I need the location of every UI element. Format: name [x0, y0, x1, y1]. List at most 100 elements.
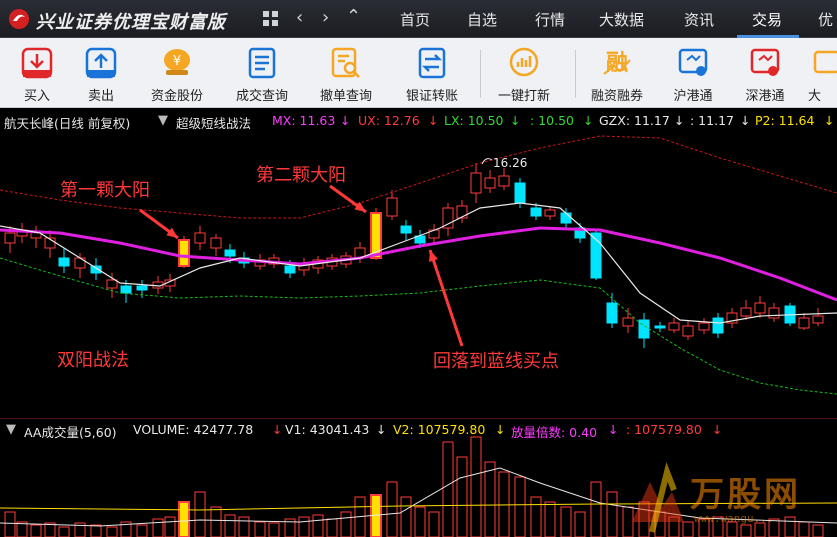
watermark-text: 万股网 [690, 475, 801, 515]
peak-price-label: 16.26 [493, 156, 528, 170]
candle-body [470, 172, 482, 194]
volume-dropdown-icon[interactable]: ▼ [6, 422, 16, 437]
more-tool-label: 大 [808, 89, 822, 104]
margin-trading-button[interactable]: 融 融资融券 [582, 38, 652, 108]
shanghai-hk-connect-button[interactable]: 沪港通 [658, 38, 728, 108]
more-tool-button[interactable]: 大 [808, 38, 837, 108]
arrow-pullback [428, 249, 464, 347]
hk-connect-icon [678, 48, 708, 76]
candle-body [638, 319, 650, 339]
buy-icon [21, 47, 53, 79]
arrow-pullback-head [429, 250, 438, 262]
annotation-double-sun: 双阳战法 [57, 350, 129, 371]
volume-bar [428, 511, 440, 537]
candle-body [622, 317, 634, 327]
menu-news[interactable]: 资讯 [684, 9, 714, 30]
volume-bar [106, 526, 118, 537]
volume-bar [268, 522, 280, 537]
volume-bar [484, 461, 496, 537]
volume-bar [530, 496, 542, 537]
volume-arrow-icon: ↓ [272, 422, 283, 437]
menu-home[interactable]: 首页 [400, 9, 430, 30]
candle-body [812, 315, 824, 324]
volume-bar [90, 524, 102, 537]
ipo-subscribe-button[interactable]: 一键打新 [489, 38, 559, 108]
app-title: 兴业证券优理宝财富版 [36, 12, 226, 33]
search-doc-icon [331, 47, 360, 78]
sz-connect-icon [750, 48, 780, 76]
candle-body [530, 207, 542, 217]
sell-button[interactable]: 卖出 [66, 38, 136, 108]
volume-bar [386, 481, 398, 537]
candle-body [668, 322, 680, 331]
menu-watchlist[interactable]: 自选 [467, 9, 497, 30]
volume-bar [238, 516, 250, 537]
candle-body [400, 225, 412, 234]
bank-transfer-label: 银证转账 [405, 89, 458, 104]
volume-bar [414, 506, 426, 537]
volume-indicator-name[interactable]: AA成交量(5,60) [24, 422, 117, 441]
transfer-icon [418, 47, 446, 79]
back-arrow-icon[interactable]: ‹ [296, 7, 303, 28]
annotation-second-sun: 第二颗大阳 [256, 165, 346, 186]
menu-trade[interactable]: 交易 [752, 9, 782, 30]
menu-more[interactable]: 优 [818, 9, 833, 30]
cancel-query-button[interactable]: 撤单查询 [311, 38, 381, 108]
candle-body [682, 325, 694, 337]
candle-body [484, 177, 496, 189]
grid-menu-icon[interactable] [263, 11, 279, 27]
candle-body [768, 307, 780, 319]
v2-arrow-icon: ↓ [495, 422, 506, 437]
volume-bar [312, 514, 324, 537]
shenzhen-hk-connect-button[interactable]: 深港通 [730, 38, 800, 108]
menu-bigdata[interactable]: 大数据 [599, 9, 644, 30]
last-value: : 107579.80 [626, 422, 702, 437]
candle-body [194, 232, 206, 244]
candle-body [754, 302, 766, 314]
more-icon [813, 50, 837, 74]
candle-body [456, 205, 468, 219]
volume-bar [340, 511, 352, 537]
volume-bar [514, 476, 526, 537]
v2-value: V2: 107579.80 [393, 422, 486, 437]
shenzhen-hk-connect-label: 深港通 [745, 89, 785, 104]
volume-bar [194, 491, 206, 537]
trade-query-button[interactable]: 成交查询 [227, 38, 297, 108]
candle-body [698, 322, 710, 331]
funds-positions-label: 资金股份 [150, 89, 203, 104]
volume-bar [164, 516, 176, 537]
volume-bar [4, 511, 16, 537]
forward-arrow-icon[interactable]: › [322, 7, 329, 28]
annotation-pullback-buy: 回落到蓝线买点 [433, 351, 559, 372]
panel-divider [0, 418, 837, 419]
margin-icon: 融 [603, 51, 631, 76]
candle-body [514, 182, 526, 204]
list-icon [248, 47, 276, 79]
funds-positions-button[interactable]: ¥ 资金股份 [142, 38, 212, 108]
last-arrow-icon: ↓ [712, 422, 723, 437]
volume-bar [30, 524, 42, 537]
ipo-subscribe-label: 一键打新 [497, 89, 550, 104]
candle-body [136, 285, 148, 291]
coin-icon: ¥ [164, 49, 190, 75]
ipo-icon [509, 47, 539, 77]
app-logo-icon [9, 9, 29, 29]
candle-body [386, 197, 398, 217]
volume-bar [136, 524, 148, 537]
volume-bar [178, 501, 190, 537]
candle-body [224, 249, 236, 257]
gzx-line [0, 202, 837, 324]
candle-body [106, 279, 118, 289]
candle-body [798, 317, 810, 329]
candle-body [284, 265, 296, 274]
volume-bar [606, 491, 618, 537]
sell-icon [85, 47, 117, 79]
bank-transfer-button[interactable]: 银证转账 [397, 38, 467, 108]
menu-market[interactable]: 行情 [535, 9, 565, 30]
v1-arrow-icon: ↓ [376, 422, 387, 437]
volume-bar [210, 506, 222, 537]
candle-body [442, 207, 454, 229]
volume-bar [152, 518, 164, 537]
collapse-icon[interactable]: ⌃ [346, 6, 361, 27]
volume-bar [560, 506, 572, 537]
